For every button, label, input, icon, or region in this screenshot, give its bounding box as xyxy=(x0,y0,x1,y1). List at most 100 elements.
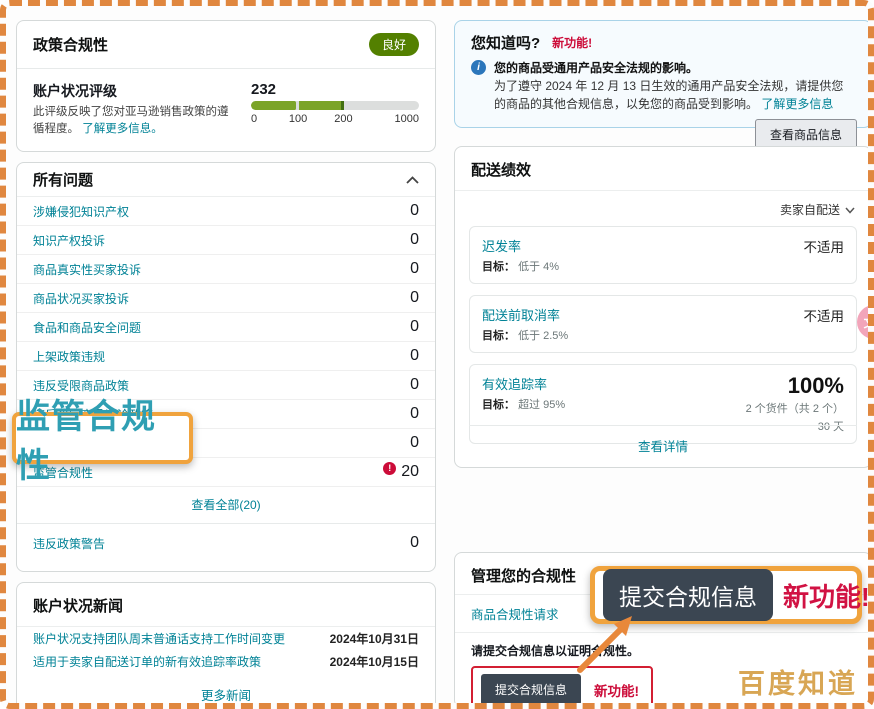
issue-count: 0 xyxy=(410,260,419,278)
rating-text-block: 账户状况评级 此评级反映了您对亚马逊销售政策的遵循程度。 了解更多信息。 xyxy=(33,81,233,137)
target-label: 目标： xyxy=(482,330,515,342)
metric-shipments: 2 个货件（共 2 个） xyxy=(746,400,844,416)
metric-target: 目标： 低于 2.5% xyxy=(482,327,568,343)
issue-count: 0 xyxy=(410,347,419,365)
page-frame: 政策合规性 良好 账户状况评级 此评级反映了您对亚马逊销售政策的遵循程度。 了解… xyxy=(0,0,874,709)
issue-row: 商品状况买家投诉 0 xyxy=(17,284,435,313)
policy-warning-row: 违反政策警告 0 xyxy=(17,524,435,556)
notice-button-row: 查看商品信息 xyxy=(455,113,871,150)
notice-title: 您知道吗? xyxy=(471,32,540,53)
target-value: 超过 95% xyxy=(518,399,565,411)
delivery-panel-header: 配送绩效 xyxy=(455,147,871,191)
issue-link[interactable]: 涉嫌侵犯知识产权 xyxy=(33,203,129,220)
submit-instruction: 请提交合规信息以证明合规性。 xyxy=(471,642,855,659)
notice-learn-more-link[interactable]: 了解更多信息 xyxy=(761,97,833,111)
issue-count: 0 xyxy=(410,289,419,307)
metric-value: 不适用 xyxy=(804,305,845,343)
all-issues-panel: 所有问题 涉嫌侵犯知识产权 0 知识产权投诉 0 商品真实性买家投诉 0 商品状… xyxy=(16,162,436,572)
metric-value: 不适用 xyxy=(804,236,845,274)
metric-left: 配送前取消率 目标： 低于 2.5% xyxy=(482,305,568,343)
issues-panel-title: 所有问题 xyxy=(33,169,93,190)
metric-link[interactable]: 迟发率 xyxy=(482,236,559,255)
metric-card-pre-cancel: 配送前取消率 目标： 低于 2.5% 不适用 xyxy=(469,295,857,353)
more-news-link[interactable]: 更多新闻 xyxy=(201,689,251,703)
view-all-link[interactable]: 查看全部(20) xyxy=(191,498,260,512)
issue-row: 上架政策违规 0 xyxy=(17,342,435,371)
alert-icon: ! xyxy=(383,462,396,475)
watermark: 百度知道 xyxy=(738,662,858,701)
policy-panel-header: 政策合规性 良好 xyxy=(17,21,435,68)
issue-count: ! 20 xyxy=(383,463,419,481)
view-details-link[interactable]: 查看详情 xyxy=(638,440,688,454)
target-value: 低于 4% xyxy=(518,261,559,273)
news-link[interactable]: 适用于卖家自配送订单的新有效追踪率政策 xyxy=(33,653,261,670)
metric-card-late-shipment: 迟发率 目标： 低于 4% 不适用 xyxy=(469,226,857,284)
news-item: 账户状况支持团队周末普通话支持工作时间变更 2024年10月31日 xyxy=(17,627,435,650)
gauge-tick: 100 xyxy=(289,113,307,125)
issue-link[interactable]: 商品状况买家投诉 xyxy=(33,290,129,307)
issue-count: 0 xyxy=(410,202,419,220)
new-feature-tag: 新功能! xyxy=(594,680,639,700)
issue-link[interactable]: 知识产权投诉 xyxy=(33,232,105,249)
translate-glyph: 文A xyxy=(864,314,874,331)
issue-row: 食品和商品安全问题 0 xyxy=(17,313,435,342)
metric-value: 100% xyxy=(746,374,844,398)
rating-description: 此评级反映了您对亚马逊销售政策的遵循程度。 了解更多信息。 xyxy=(33,104,233,137)
new-feature-tag: 新功能! xyxy=(552,34,592,51)
delivery-panel-body: 卖家自配送 迟发率 目标： 低于 4% 不适用 xyxy=(455,191,871,444)
compliance-request-link[interactable]: 商品合规性请求 xyxy=(471,608,559,622)
issue-count: 0 xyxy=(410,231,419,249)
news-link[interactable]: 账户状况支持团队周末普通话支持工作时间变更 xyxy=(33,630,285,647)
filter-label: 卖家自配送 xyxy=(780,201,840,218)
news-panel-header: 账户状况新闻 xyxy=(17,583,435,627)
gauge-tick: 0 xyxy=(251,113,257,125)
chevron-down-icon xyxy=(845,203,855,217)
issue-row: 商品真实性买家投诉 0 xyxy=(17,255,435,284)
gauge-value-marker xyxy=(341,101,344,110)
delivery-footer: 查看详情 xyxy=(469,425,857,467)
gauge-segment-1 xyxy=(251,101,296,110)
issue-row: 涉嫌侵犯知识产权 0 xyxy=(17,197,435,226)
rating-gauge-block: 232 0 100 200 1000 xyxy=(251,81,419,137)
chevron-up-icon[interactable] xyxy=(406,171,419,189)
info-icon: i xyxy=(471,60,486,75)
learn-more-link[interactable]: 了解更多信息。 xyxy=(82,123,163,135)
issues-panel-header: 所有问题 xyxy=(17,163,435,197)
issue-count: 0 xyxy=(410,434,419,452)
news-panel-title: 账户状况新闻 xyxy=(33,598,123,615)
health-status-badge: 良好 xyxy=(369,33,419,56)
more-news-row: 更多新闻 xyxy=(17,673,435,709)
news-date: 2024年10月31日 xyxy=(330,630,419,647)
fulfillment-filter-dropdown[interactable]: 卖家自配送 xyxy=(469,199,857,226)
notice-header: 您知道吗? 新功能! xyxy=(455,21,871,55)
metric-target: 目标： 超过 95% xyxy=(482,396,565,412)
issue-link[interactable]: 上架政策违规 xyxy=(33,348,105,365)
metric-left: 迟发率 目标： 低于 4% xyxy=(482,236,559,274)
target-label: 目标： xyxy=(482,261,515,273)
issue-count-number: 20 xyxy=(401,463,419,481)
news-date: 2024年10月15日 xyxy=(330,653,419,670)
account-health-rating: 账户状况评级 此评级反映了您对亚马逊销售政策的遵循程度。 了解更多信息。 232… xyxy=(17,69,435,151)
target-label: 目标： xyxy=(482,399,515,411)
metric-link[interactable]: 有效追踪率 xyxy=(482,374,565,393)
target-value: 低于 2.5% xyxy=(518,330,568,342)
gauge-tick-labels: 0 100 200 1000 xyxy=(251,113,419,127)
regulatory-compliance-callout: 监管合规性 xyxy=(12,412,193,464)
policy-panel-title: 政策合规性 xyxy=(33,34,108,55)
policy-warning-link[interactable]: 违反政策警告 xyxy=(33,535,105,552)
notice-body: i 您的商品受通用产品安全法规的影响。 为了遵守 2024 年 12 月 13 … xyxy=(455,55,871,113)
policy-warning-count: 0 xyxy=(410,534,419,552)
issue-row: 知识产权投诉 0 xyxy=(17,226,435,255)
metric-target: 目标： 低于 4% xyxy=(482,258,559,274)
delivery-performance-panel: 配送绩效 卖家自配送 迟发率 目标： 低于 4% xyxy=(454,146,872,468)
gauge-segment-2 xyxy=(299,101,341,110)
gauge-tick: 1000 xyxy=(395,113,419,125)
issue-link[interactable]: 商品真实性买家投诉 xyxy=(33,261,141,278)
account-health-news-panel: 账户状况新闻 账户状况支持团队周末普通话支持工作时间变更 2024年10月31日… xyxy=(16,582,436,709)
metric-link[interactable]: 配送前取消率 xyxy=(482,305,568,324)
notice-text: 您的商品受通用产品安全法规的影响。 为了遵守 2024 年 12 月 13 日生… xyxy=(494,59,855,113)
issue-count: 0 xyxy=(410,405,419,423)
policy-compliance-panel: 政策合规性 良好 账户状况评级 此评级反映了您对亚马逊销售政策的遵循程度。 了解… xyxy=(16,20,436,152)
issue-link[interactable]: 食品和商品安全问题 xyxy=(33,319,141,336)
issue-count: 0 xyxy=(410,376,419,394)
